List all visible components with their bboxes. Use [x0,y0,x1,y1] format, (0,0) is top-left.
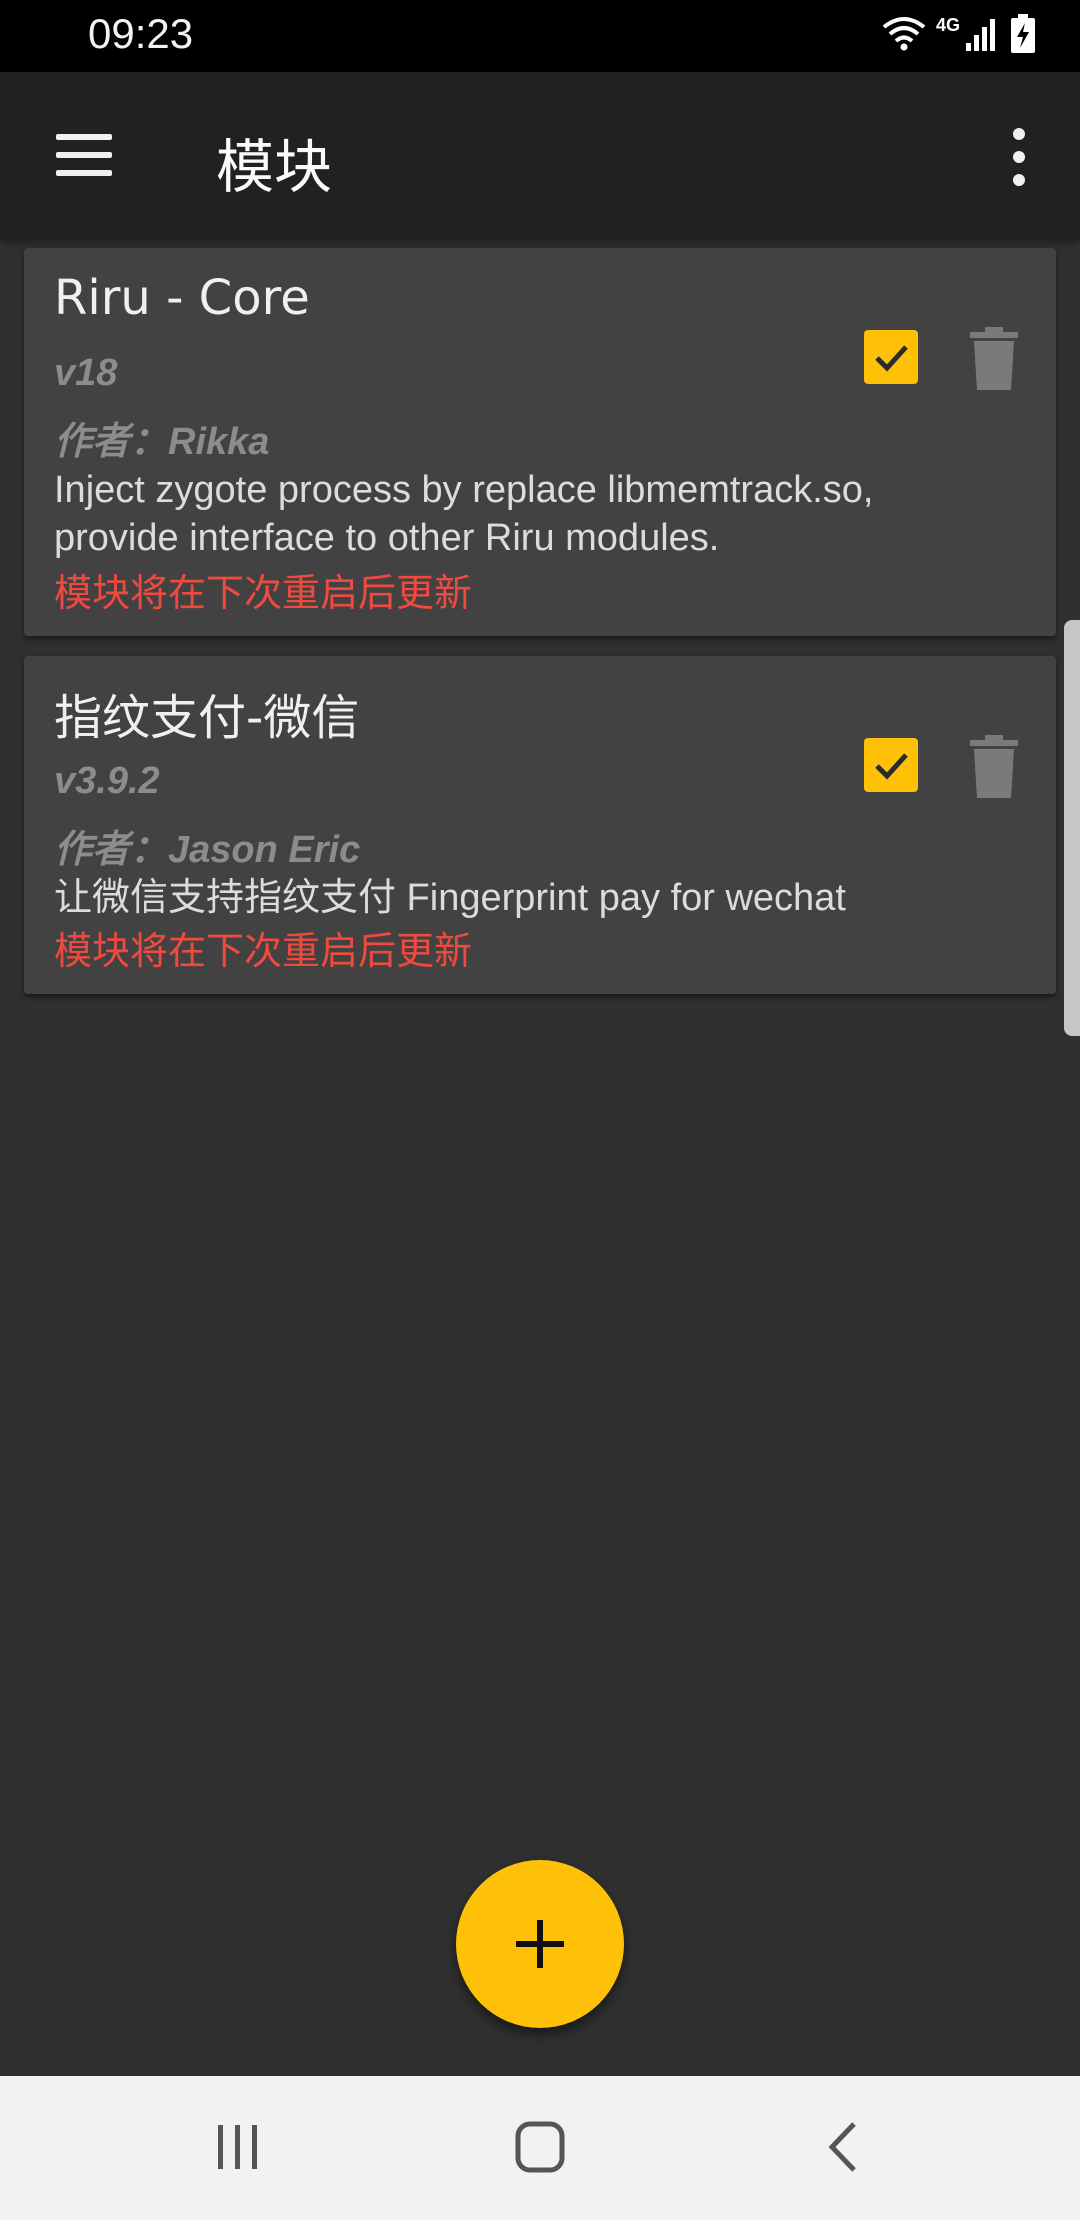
back-icon[interactable] [784,2110,904,2186]
module-version: v18 [54,352,118,394]
module-author: 作者：Rikka [54,421,270,463]
checkmark-icon [875,753,908,780]
app-bar: 模块 [0,72,1080,238]
module-pending-status: 模块将在下次重启后更新 [54,929,473,973]
module-card-riru-core[interactable]: Riru - Core v18 作者：Rikka Inject zygote p… [24,248,1056,636]
module-name: Riru - Core [54,270,310,326]
delete-icon[interactable] [966,734,1022,800]
delete-icon[interactable] [966,326,1022,392]
module-enable-checkbox[interactable] [864,330,918,384]
add-module-button[interactable] [456,1860,624,2028]
module-pending-status: 模块将在下次重启后更新 [54,571,473,615]
system-nav-bar [0,2076,1080,2220]
network-type-label: 4G [935,14,960,35]
home-icon[interactable] [480,2110,600,2186]
module-name: 指纹支付-微信 [54,690,360,746]
wifi-icon [882,17,926,51]
module-description: 让微信支持指纹支付 Fingerprint pay for wechat [54,877,846,919]
more-vert-icon[interactable] [986,120,1050,194]
scrollbar[interactable] [1064,620,1080,1036]
module-description: Inject zygote process by replace libmemt… [54,469,874,559]
battery-charging-icon [1011,14,1035,53]
module-author: 作者：Jason Eric [54,829,361,871]
status-time: 09:23 [88,10,194,57]
checkmark-icon [875,345,908,372]
module-version: v3.9.2 [54,760,160,802]
status-icons: 4G [882,14,1036,54]
status-bar: 09:23 4G [0,0,1080,72]
cellular-signal-icon [966,19,995,51]
recents-icon[interactable] [178,2110,298,2186]
module-card-fingerprint-pay[interactable]: 指纹支付-微信 v3.9.2 作者：Jason Eric 让微信支持指纹支付 F… [24,656,1056,994]
hamburger-menu-icon[interactable] [44,122,124,188]
module-enable-checkbox[interactable] [864,738,918,792]
page-title: 模块 [216,133,333,201]
